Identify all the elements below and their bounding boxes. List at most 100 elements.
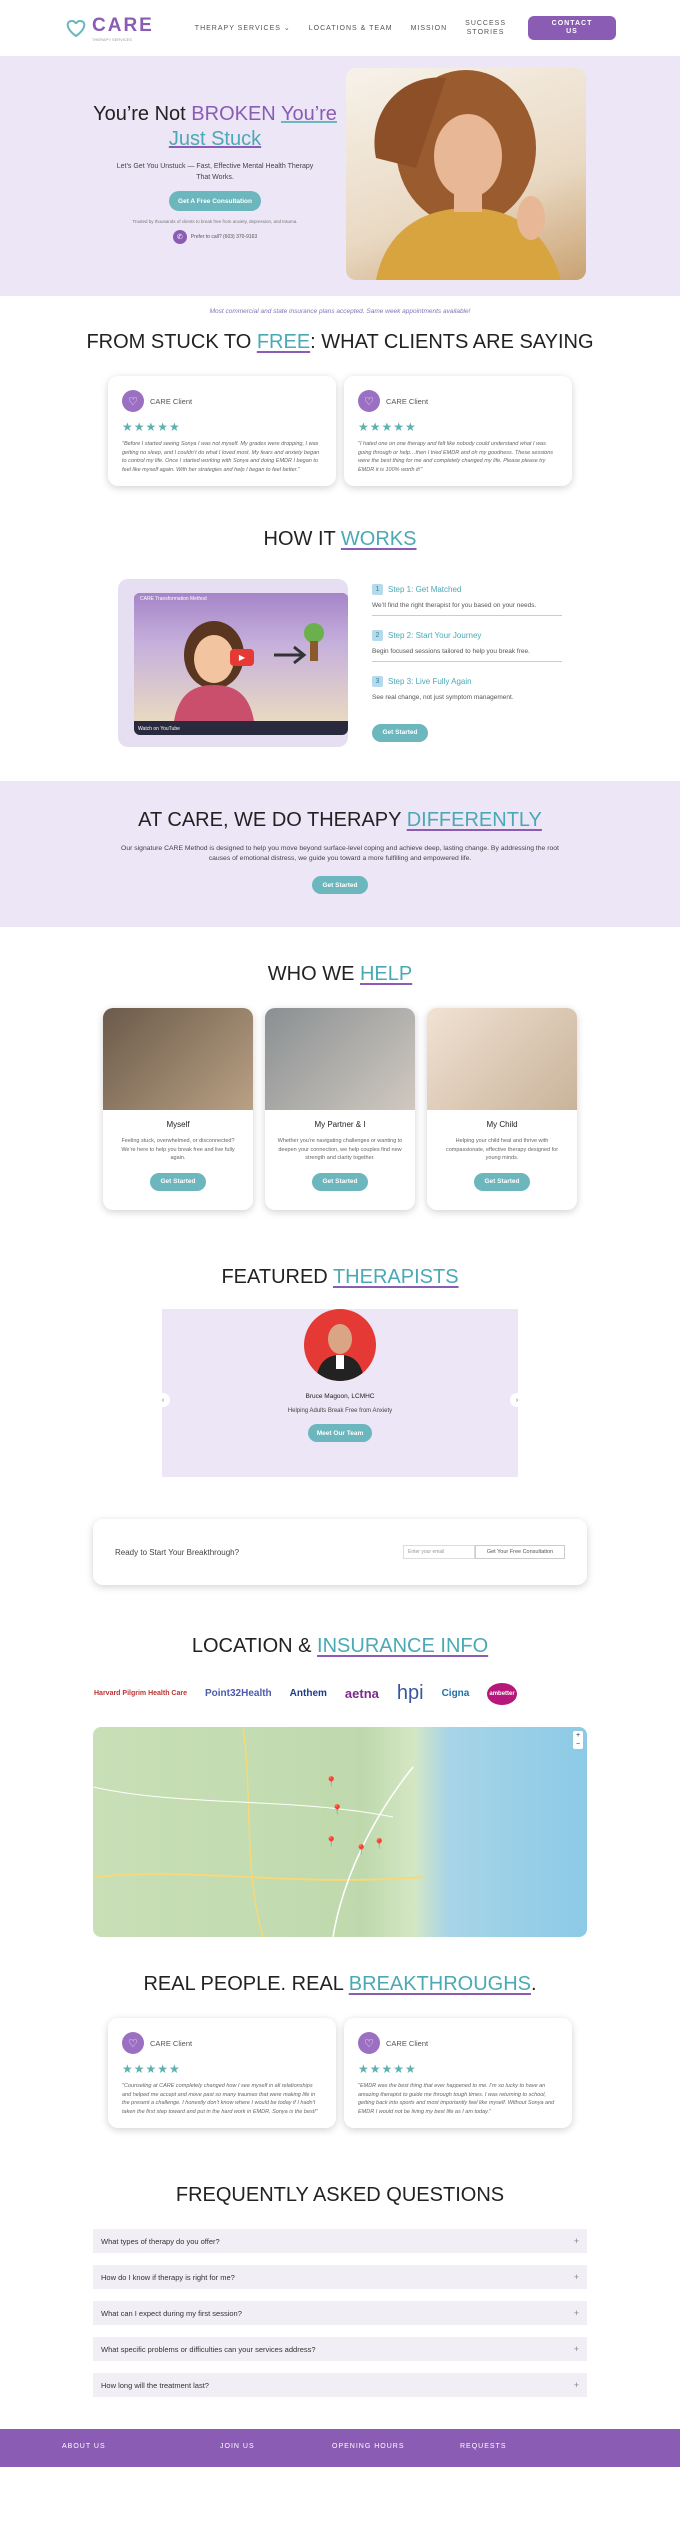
get-started-button[interactable]: Get Started [372, 723, 428, 742]
call-link[interactable]: ✆ Prefer to call? (603) 370-9163 [90, 230, 340, 244]
title-part: HOW IT [263, 528, 341, 551]
nav-success-line2: STORIES [466, 29, 505, 36]
testimonial-card: ♡ CARE Client ★★★★★ "I hated one on one t… [344, 376, 572, 487]
anthem-logo: Anthem [289, 1688, 327, 1700]
faq-title: FREQUENTLY ASKED QUESTIONS [175, 2184, 505, 2207]
testimonial-text: "Before I started seeing Sonya I was not… [122, 441, 320, 473]
testimonial-name: CARE Client [150, 396, 193, 406]
footer-join-us[interactable]: JOIN US [220, 2443, 332, 2450]
nav-therapy-services[interactable]: THERAPY SERVICES ⌄ [195, 24, 291, 32]
aetna-logo: aetna [344, 1686, 379, 1702]
contact-line2: US [566, 28, 578, 35]
play-icon[interactable]: ▶ [230, 649, 254, 667]
faq-item[interactable]: How long will the treatment last? + [93, 2373, 587, 2398]
plus-icon: + [573, 2236, 579, 2247]
hpi-logo: hpi [396, 1682, 424, 1705]
top-nav: CARE THERAPY SERVICES THERAPY SERVICES ⌄… [0, 0, 680, 56]
youtube-video[interactable]: CARE Transformation Method ▶ Watch on Yo… [134, 593, 348, 736]
testimonials-title: FROM STUCK TO FREE: WHAT CLIENTS ARE SAY… [0, 331, 680, 354]
title-part: WHO WE [267, 963, 360, 986]
faq-item[interactable]: What types of therapy do you offer? + [93, 2229, 587, 2254]
point32-logo: Point32Health [204, 1688, 272, 1700]
map-pin-icon[interactable]: 📍 [325, 1777, 337, 1788]
star-rating: ★★★★★ [122, 420, 181, 434]
heart-logo-icon [66, 19, 86, 38]
map-pin-icon[interactable]: 📍 [331, 1805, 343, 1816]
cigna-logo: Cigna [441, 1688, 470, 1700]
testimonial-card: ♡ CARE Client ★★★★★ "EMDR was the best th… [344, 2018, 572, 2129]
free-consultation-button[interactable]: Get A Free Consultation [169, 191, 261, 211]
carousel-next-arrow-icon[interactable]: › [510, 1393, 524, 1408]
nav-mission[interactable]: MISSION [411, 25, 448, 32]
faq-item[interactable]: What can I expect during my first sessio… [93, 2301, 587, 2326]
who-card: My Partner & I Whether you’re navigating… [265, 1008, 415, 1211]
therapist-carousel: ‹ › Bruce Magoon, LCMHC Helping Adults B… [156, 1309, 524, 1478]
differently-text: Our signature CARE Method is designed to… [121, 845, 559, 863]
who-card-title: Myself [166, 1120, 190, 1130]
phone-icon: ✆ [172, 230, 187, 244]
title-part: FEATURED [221, 1266, 333, 1289]
differently-title: AT CARE, WE DO THERAPY DIFFERENTLY [0, 809, 680, 832]
title-highlight: DIFFERENTLY [406, 809, 542, 832]
watch-on-youtube[interactable]: Watch on YouTube [138, 726, 180, 732]
step-number: 2 [372, 630, 383, 642]
ambetter-logo: ambetter [487, 1682, 517, 1705]
get-started-button[interactable]: Get Started [150, 1172, 206, 1191]
map-pin-icon[interactable]: 📍 [373, 1839, 385, 1850]
how-it-works-title: HOW IT WORKS [0, 528, 680, 551]
map-roads [93, 1727, 424, 1938]
step-item: 3 Step 3: Live Fully Again See real chang… [372, 676, 562, 707]
faq-question: What can I expect during my first sessio… [101, 2308, 242, 2318]
hero-photo [346, 68, 586, 280]
faq-item[interactable]: What specific problems or difficulties c… [93, 2337, 587, 2362]
plus-icon: + [573, 2272, 579, 2283]
testimonial-name: CARE Client [386, 396, 429, 406]
child-photo [427, 1008, 577, 1111]
smiling-woman-image [374, 70, 561, 280]
get-started-button[interactable]: Get Started [312, 1172, 368, 1191]
contact-us-button[interactable]: CONTACT US [528, 16, 616, 40]
location-map[interactable]: 📍 📍 📍 📍 📍 + − [93, 1727, 587, 1938]
breakthrough-form: Ready to Start Your Breakthrough? Enter … [93, 1519, 587, 1585]
nav-locations-team[interactable]: LOCATIONS & TEAM [309, 25, 393, 32]
map-pin-icon[interactable]: 📍 [325, 1837, 337, 1848]
map-pin-icon[interactable]: 📍 [355, 1845, 367, 1856]
testimonial-text: "EMDR was the best thing that ever happe… [358, 2083, 555, 2115]
step-title: Step 3: Live Fully Again [388, 677, 472, 687]
carousel-prev-arrow-icon[interactable]: ‹ [156, 1393, 170, 1408]
hero-title-stuck: Just Stuck [168, 128, 262, 150]
heart-avatar-icon: ♡ [358, 2032, 380, 2055]
title-part: : WHAT CLIENTS ARE SAYING [310, 331, 594, 353]
get-started-button[interactable]: Get Started [312, 876, 368, 895]
nav-success-line1: SUCCESS [465, 19, 506, 27]
hero-trust-text: Trusted by thousands of clients to break… [132, 219, 298, 224]
step-item: 2 Step 2: Start Your Journey Begin focuse… [372, 630, 562, 663]
footer-requests[interactable]: REQUESTS [460, 2443, 507, 2450]
heart-avatar-icon: ♡ [358, 390, 380, 412]
free-consultation-submit-button[interactable]: Get Your Free Consultation [475, 1545, 565, 1560]
map-zoom-control[interactable]: + − [573, 1731, 583, 1750]
meet-our-team-button[interactable]: Meet Our Team [308, 1424, 372, 1443]
who-card-text: Feeling stuck, overwhelmed, or disconnec… [121, 1138, 235, 1162]
testimonial-text: "Counseling at CARE completely changed h… [122, 2083, 318, 2115]
insurance-title: LOCATION & INSURANCE INFO [0, 1635, 680, 1658]
get-started-button[interactable]: Get Started [474, 1172, 530, 1191]
video-panel: CARE Transformation Method ▶ Watch on Yo… [118, 579, 348, 748]
footer-about-us[interactable]: ABOUT US [62, 2443, 220, 2450]
logo[interactable]: CARE THERAPY SERVICES [64, 15, 154, 42]
nav-success-stories[interactable]: SUCCESS STORIES [465, 19, 506, 38]
who-card-title: My Child [486, 1120, 518, 1130]
faq-item[interactable]: How do I know if therapy is right for me… [93, 2265, 587, 2290]
title-part: FROM STUCK TO [86, 331, 257, 353]
hero-title: You’re Not BROKEN You’re Just Stuck [90, 102, 340, 152]
email-input[interactable]: Enter your email [403, 1545, 475, 1560]
plus-icon: + [573, 2308, 579, 2319]
chevron-down-icon: ⌄ [283, 25, 291, 32]
faq-question: What specific problems or difficulties c… [101, 2344, 316, 2354]
insurance-logos: Harvard Pilgrim Health Care Point32Healt… [94, 1682, 680, 1705]
therapist-name: Bruce Magoon, LCMHC [305, 1393, 375, 1401]
step-title: Step 1: Get Matched [388, 585, 462, 595]
footer-opening-hours[interactable]: OPENING HOURS [332, 2443, 460, 2450]
star-rating: ★★★★★ [358, 2062, 417, 2077]
title-part: REAL PEOPLE. REAL [143, 1973, 349, 1996]
